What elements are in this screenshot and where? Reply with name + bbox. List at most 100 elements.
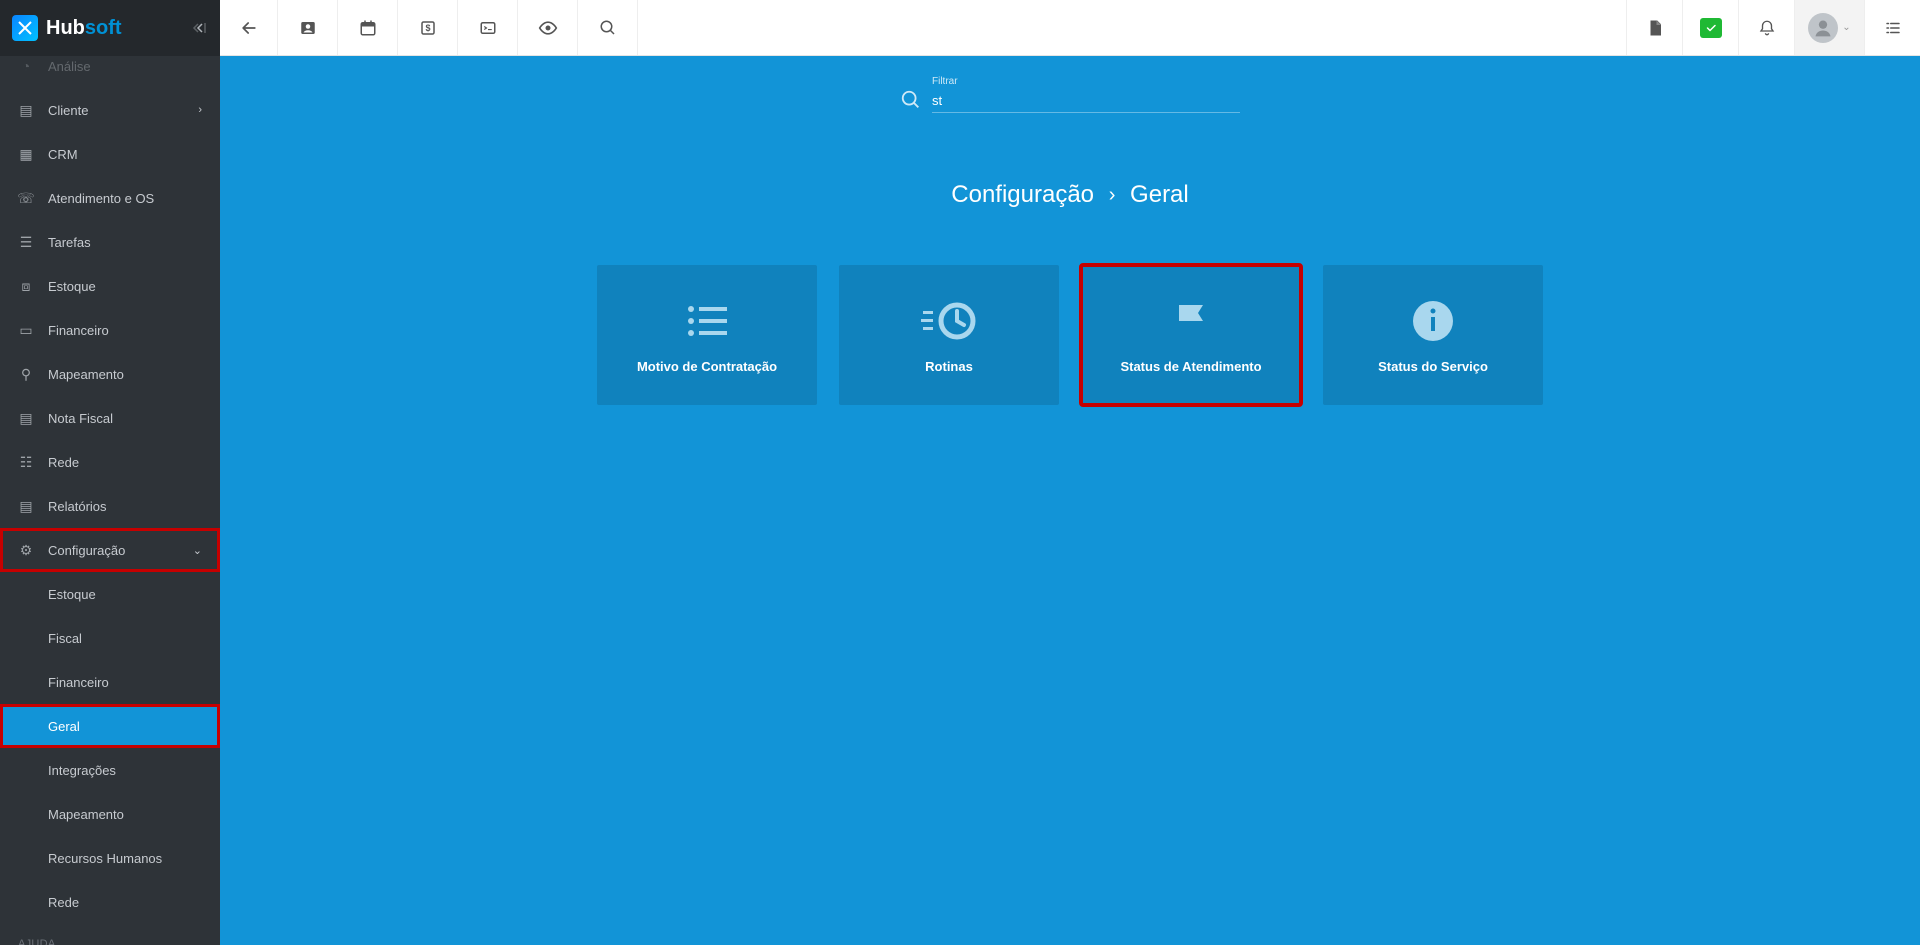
sidebar-item-label: Mapeamento <box>48 367 124 382</box>
calendar-button[interactable] <box>338 0 398 55</box>
chevron-right-icon: › <box>1109 184 1116 207</box>
breadcrumb-part-b: Geral <box>1130 181 1189 208</box>
sidebar-item-atendimento[interactable]: ☏ Atendimento e OS <box>0 176 220 220</box>
sidebar-subitem-financeiro[interactable]: Financeiro <box>0 660 220 704</box>
sidebar-item-label: Fiscal <box>48 631 82 646</box>
sidebar-item-label: Financeiro <box>48 675 109 690</box>
breadcrumb: Configuração › Geral <box>220 181 1920 209</box>
logo-icon <box>12 15 38 41</box>
view-button[interactable] <box>518 0 578 55</box>
sidebar-item-label: Cliente <box>48 103 88 118</box>
filter-label: Filtrar <box>932 76 1240 87</box>
chart-icon: ◔ <box>18 58 34 74</box>
headset-icon: ☏ <box>18 190 34 206</box>
card-motivo-contratacao[interactable]: Motivo de Contratação <box>597 265 817 405</box>
sidebar-logo: Hubsoft <box>0 0 220 56</box>
terminal-button[interactable] <box>458 0 518 55</box>
billing-button[interactable]: $ <box>398 0 458 55</box>
sidebar-menu: ◔ Análise ▤ Cliente › ▦ CRM ☏ Atendiment… <box>0 56 220 945</box>
breadcrumb-part-a: Configuração <box>951 181 1094 208</box>
sidebar: Hubsoft ◔ Análise ▤ Cliente › ▦ CRM ☏ <box>0 0 220 945</box>
pin-icon: ⚲ <box>18 366 34 382</box>
sidebar-item-label: Estoque <box>48 587 96 602</box>
svg-text:$: $ <box>425 23 430 33</box>
sidebar-subitem-geral[interactable]: Geral <box>0 704 220 748</box>
chevron-down-icon: ⌄ <box>193 544 202 557</box>
list-button[interactable] <box>1864 0 1920 55</box>
sidebar-item-label: Nota Fiscal <box>48 411 113 426</box>
info-icon <box>1411 297 1455 345</box>
clock-speed-icon <box>921 297 977 345</box>
back-button[interactable] <box>220 0 278 55</box>
sidebar-item-label: Rede <box>48 895 79 910</box>
flag-icon <box>1171 297 1211 345</box>
sidebar-subitem-integracoes[interactable]: Integrações <box>0 748 220 792</box>
sidebar-subitem-rh[interactable]: Recursos Humanos <box>0 836 220 880</box>
card-label: Motivo de Contratação <box>637 359 777 374</box>
wallet-icon: ▭ <box>18 322 34 338</box>
sidebar-item-notafiscal[interactable]: ▤ Nota Fiscal <box>0 396 220 440</box>
sidebar-item-tarefas[interactable]: ☰ Tarefas <box>0 220 220 264</box>
sidebar-item-label: Rede <box>48 455 79 470</box>
sidebar-item-crm[interactable]: ▦ CRM <box>0 132 220 176</box>
sidebar-subitem-rede[interactable]: Rede <box>0 880 220 924</box>
contact-button[interactable] <box>278 0 338 55</box>
network-icon: ☷ <box>18 454 34 470</box>
card-status-servico[interactable]: Status do Serviço <box>1323 265 1543 405</box>
sidebar-item-mapeamento[interactable]: ⚲ Mapeamento <box>0 352 220 396</box>
logo-brand-b: soft <box>85 17 122 39</box>
sidebar-item-label: Financeiro <box>48 323 109 338</box>
avatar-icon <box>1808 13 1838 43</box>
sidebar-item-label: Configuração <box>48 543 125 558</box>
sidebar-item-label: CRM <box>48 147 78 162</box>
document-icon: ▤ <box>18 498 34 514</box>
card-grid: Motivo de Contratação Rotinas Status de … <box>220 265 1920 405</box>
search-icon[interactable] <box>900 89 922 111</box>
topbar: $ <box>220 0 1920 56</box>
card-label: Status do Serviço <box>1378 359 1488 374</box>
sidebar-item-label: Recursos Humanos <box>48 851 162 866</box>
sidebar-item-label: Análise <box>48 59 91 74</box>
person-card-icon: ▤ <box>18 102 34 118</box>
logo-text: Hubsoft <box>46 17 122 40</box>
content-area: Filtrar Configuração › Geral Motivo de C… <box>220 56 1920 945</box>
chevron-down-icon: ⌄ <box>1842 22 1850 33</box>
gear-icon: ⚙ <box>18 542 34 558</box>
clipboard-icon: ☰ <box>18 234 34 250</box>
check-badge-icon <box>1700 18 1722 38</box>
search-button[interactable] <box>578 0 638 55</box>
sidebar-item-label: Atendimento e OS <box>48 191 154 206</box>
sidebar-item-analise[interactable]: ◔ Análise <box>0 56 220 88</box>
sidebar-item-label: Integrações <box>48 763 116 778</box>
sidebar-subitem-estoque[interactable]: Estoque <box>0 572 220 616</box>
card-label: Rotinas <box>925 359 973 374</box>
sidebar-collapse-button[interactable] <box>192 20 208 36</box>
card-status-atendimento[interactable]: Status de Atendimento <box>1081 265 1301 405</box>
sidebar-subitem-fiscal[interactable]: Fiscal <box>0 616 220 660</box>
sidebar-item-label: Relatórios <box>48 499 107 514</box>
receipt-icon: ▤ <box>18 410 34 426</box>
status-button[interactable] <box>1682 0 1738 55</box>
card-rotinas[interactable]: Rotinas <box>839 265 1059 405</box>
user-menu-button[interactable]: ⌄ <box>1794 0 1864 55</box>
sidebar-item-label: Geral <box>48 719 80 734</box>
list-icon <box>683 297 731 345</box>
card-label: Status de Atendimento <box>1120 359 1261 374</box>
crm-icon: ▦ <box>18 146 34 162</box>
notifications-button[interactable] <box>1738 0 1794 55</box>
filter: Filtrar <box>900 76 1240 113</box>
sidebar-item-configuracao[interactable]: ⚙ Configuração ⌄ <box>0 528 220 572</box>
logo-brand-a: Hub <box>46 17 85 39</box>
box-icon: ⧈ <box>18 278 34 294</box>
sidebar-subitem-mapeamento[interactable]: Mapeamento <box>0 792 220 836</box>
sidebar-item-cliente[interactable]: ▤ Cliente › <box>0 88 220 132</box>
sidebar-item-relatorios[interactable]: ▤ Relatórios <box>0 484 220 528</box>
sidebar-item-financeiro[interactable]: ▭ Financeiro <box>0 308 220 352</box>
filter-input[interactable] <box>932 89 1240 113</box>
sidebar-item-label: Estoque <box>48 279 96 294</box>
sidebar-item-estoque[interactable]: ⧈ Estoque <box>0 264 220 308</box>
pdf-button[interactable] <box>1626 0 1682 55</box>
sidebar-item-label: Mapeamento <box>48 807 124 822</box>
sidebar-help-section: AJUDA <box>0 924 220 945</box>
sidebar-item-rede[interactable]: ☷ Rede <box>0 440 220 484</box>
